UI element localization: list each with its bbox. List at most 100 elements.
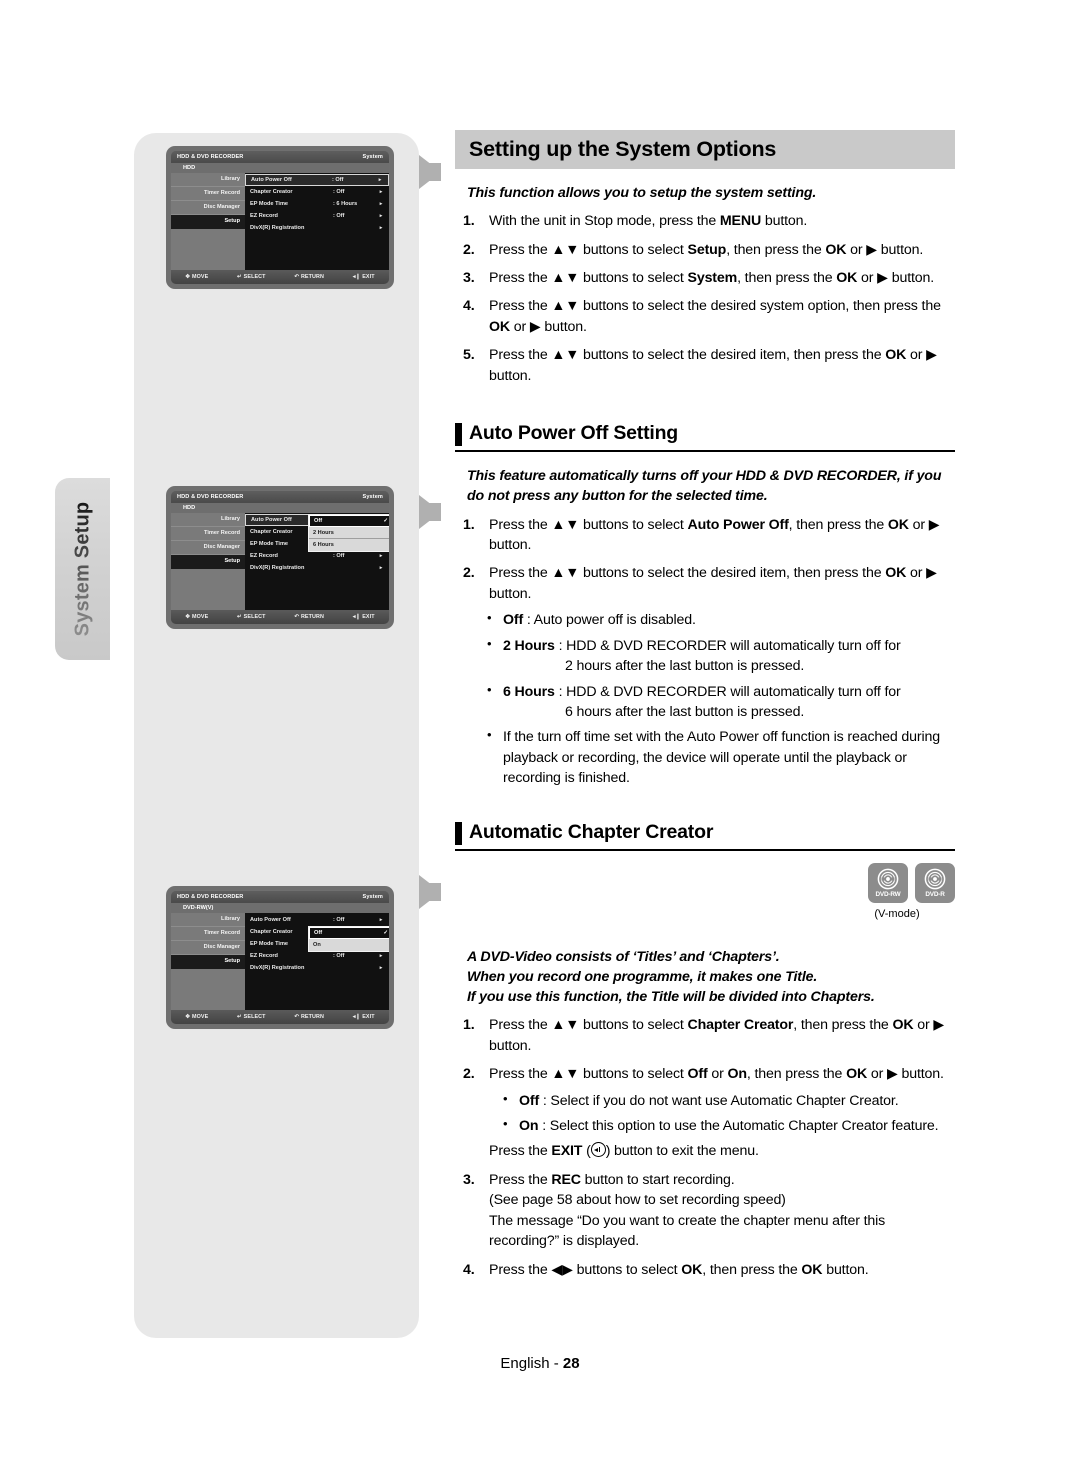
side-tab-label: System Setup [71, 501, 93, 637]
osd-sidebar-item-setup[interactable]: Setup [171, 215, 245, 229]
return-icon: ↶ [294, 274, 299, 280]
osd-row-ep-mode-time[interactable]: EP Mode Time : 6 Hours ▸ [245, 198, 389, 210]
intro-line: A DVD-Video consists of ‘Titles’ and ‘Ch… [467, 948, 780, 965]
list-item: 3. Press the ▲▼ buttons to select System,… [455, 268, 955, 288]
step-text: Press the ▲▼ buttons to select the desir… [489, 298, 941, 335]
list-item: 2. Press the ▲▼ buttons to select Setup, … [455, 240, 955, 260]
osd-dropdown-option-2-hours[interactable]: 2 Hours [309, 527, 389, 539]
osd-bottom-bar: ✥ MOVE ↵ SELECT ↶ RETURN ◂❙ EXIT [171, 270, 389, 284]
osd-hint-label: MOVE [192, 614, 209, 620]
section-arrow-icon-1 [419, 155, 441, 189]
osd-hint-label: EXIT [362, 1014, 375, 1020]
illustration-panel [134, 133, 419, 1338]
osd-sidebar-item-disc-manager[interactable]: Disc Manager [171, 941, 245, 955]
osd-hint-return: ↶ RETURN [294, 614, 324, 620]
footer-language: English [500, 1355, 550, 1372]
step-text: Press the ▲▼ buttons to select Auto Powe… [489, 516, 940, 553]
list-item: 4. Press the ▲▼ buttons to select the des… [455, 296, 955, 337]
exit-icon: ◂❙ [352, 274, 361, 280]
osd-titlebar: HDD & DVD RECORDER System [171, 891, 389, 903]
osd-screenshot-auto-power-off: HDD & DVD RECORDER System HDD Library Ti… [166, 486, 394, 629]
chevron-right-icon: ▸ [378, 177, 382, 183]
chevron-right-icon: ▸ [379, 189, 383, 195]
step-number: 2. [463, 565, 475, 582]
osd-row-auto-power-off[interactable]: Auto Power Off : Off ▸ [245, 914, 389, 926]
osd-dropdown-option-off[interactable]: Off ✓ [309, 515, 389, 527]
section-title-auto-power-off: Auto Power Off Setting [455, 422, 955, 453]
osd-dropdown-option-label: 6 Hours [313, 542, 334, 548]
disc-compatibility-icons: DVD-RW DVD-R (V-mode) [845, 862, 955, 920]
intro-line: When you record one programme, it makes … [467, 968, 818, 985]
chevron-right-icon: ▸ [379, 225, 383, 231]
step-number: 2. [463, 241, 475, 258]
osd-row-divx-registration[interactable]: DivX(R) Registration ▸ [245, 962, 389, 974]
exit-instruction: Press the EXIT () button to exit the men… [489, 1142, 759, 1160]
step-text: Press the ▲▼ buttons to select the desir… [489, 347, 937, 384]
move-icon: ✥ [185, 1014, 190, 1020]
step-text: Press the ▲▼ buttons to select the desir… [489, 565, 937, 602]
osd-sidebar-item-timer-record[interactable]: Timer Record [171, 187, 245, 201]
step-number: 1. [463, 213, 475, 230]
osd-dropdown-option-on[interactable]: On [309, 939, 389, 951]
list-item: Off : Auto power off is disabled. [455, 609, 955, 630]
chevron-right-icon: ▸ [379, 565, 383, 571]
osd-dropdown-auto-power-off[interactable]: Off ✓ 2 Hours 6 Hours [308, 514, 389, 552]
osd-sidebar-item-setup[interactable]: Setup [171, 955, 245, 969]
list-item: 1. With the unit in Stop mode, press the … [455, 211, 955, 231]
step-text: Press the ◀▶ buttons to select OK, then … [489, 1261, 869, 1278]
osd-dropdown-option-6-hours[interactable]: 6 Hours [309, 539, 389, 551]
osd-dropdown-option-off[interactable]: Off ✓ [309, 927, 389, 939]
osd-hint-label: EXIT [362, 614, 375, 620]
osd-hint-return: ↶ RETURN [294, 274, 324, 280]
osd-hint-label: MOVE [192, 274, 209, 280]
osd-hint-label: EXIT [362, 274, 375, 280]
step-number: 3. [463, 270, 475, 287]
main-steps-list: 1. With the unit in Stop mode, press the … [455, 211, 955, 386]
osd-row-divx-registration[interactable]: DivX(R) Registration ▸ [245, 562, 389, 574]
osd-sidebar-item-disc-manager[interactable]: Disc Manager [171, 541, 245, 555]
osd-row-value: : 6 Hours [333, 201, 358, 207]
osd-row-ez-record[interactable]: EZ Record : Off ▸ [245, 210, 389, 222]
step-number: 1. [463, 516, 475, 533]
exit-button-icon [590, 1142, 606, 1158]
osd-sidebar-item-library[interactable]: Library [171, 173, 245, 187]
osd-sidebar-item-library[interactable]: Library [171, 913, 245, 927]
osd-row-chapter-creator[interactable]: Chapter Creator : Off ▸ [245, 186, 389, 198]
osd-dropdown-option-label: Off [314, 930, 323, 936]
osd-hint-label: SELECT [243, 1014, 266, 1020]
chapter-creator-steps-list: 1. Press the ▲▼ buttons to select Chapter… [455, 1015, 955, 1084]
exit-post: ) button to exit the menu. [605, 1143, 759, 1160]
osd-hint-label: SELECT [243, 274, 266, 280]
return-icon: ↶ [294, 614, 299, 620]
step-text: With the unit in Stop mode, press the ME… [489, 213, 808, 230]
exit-pre: Press the [489, 1143, 552, 1160]
osd-title: HDD & DVD RECORDER [177, 894, 244, 900]
osd-sidebar: Library Timer Record Disc Manager Setup [171, 913, 245, 1010]
osd-dropdown-chapter-creator[interactable]: Off ✓ On [308, 926, 389, 952]
osd-sidebar-item-timer-record[interactable]: Timer Record [171, 527, 245, 541]
osd-row-label: Auto Power Off [251, 177, 292, 183]
vmode-caption: (V-mode) [874, 907, 920, 920]
osd-sidebar-item-setup[interactable]: Setup [171, 555, 245, 569]
chevron-right-icon: ▸ [379, 965, 383, 971]
page-title: Setting up the System Options [455, 130, 955, 169]
osd-row-auto-power-off[interactable]: Auto Power Off : Off ▸ [245, 174, 389, 186]
list-item: 1. Press the ▲▼ buttons to select Auto Po… [455, 515, 955, 556]
chapter-creator-intro: A DVD-Video consists of ‘Titles’ and ‘Ch… [467, 947, 955, 1007]
osd-sidebar-item-timer-record[interactable]: Timer Record [171, 927, 245, 941]
exit-button-label: EXIT [551, 1143, 583, 1160]
osd-title-right: System [362, 894, 383, 900]
main-intro: This function allows you to setup the sy… [467, 185, 817, 201]
osd-row-divx-registration[interactable]: DivX(R) Registration ▸ [245, 222, 389, 234]
osd-title-right: System [362, 494, 383, 500]
osd-hint-label: RETURN [300, 274, 324, 280]
osd-menu-list: Auto Power Off : Off ▸ Chapter Creator E… [245, 913, 389, 1010]
osd-row-value: : Off [333, 917, 345, 923]
osd-sidebar-item-library[interactable]: Library [171, 513, 245, 527]
osd-dropdown-option-label: 2 Hours [313, 529, 334, 536]
osd-sidebar-item-disc-manager[interactable]: Disc Manager [171, 201, 245, 215]
dvd-r-disc-icon: DVD-R [915, 862, 955, 903]
disc-label: DVD-R [925, 890, 945, 898]
section-side-tab: System Setup [55, 478, 110, 660]
list-item: If the turn off time set with the Auto P… [455, 726, 955, 788]
